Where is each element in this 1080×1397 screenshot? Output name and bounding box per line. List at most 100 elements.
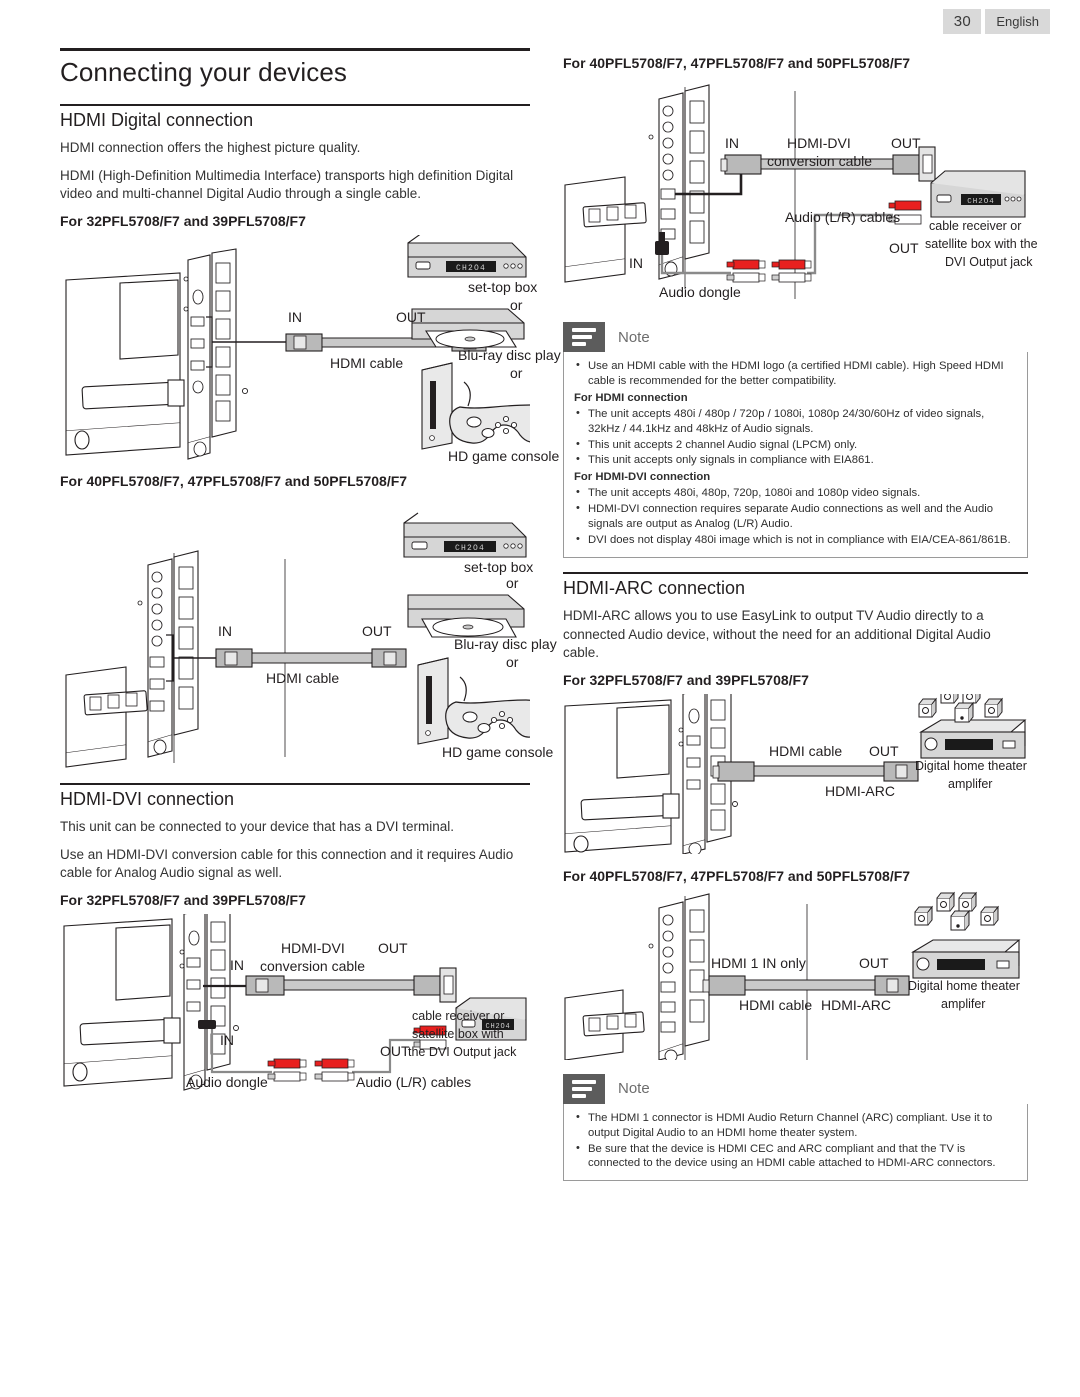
section-rule-hdmi bbox=[60, 104, 530, 106]
note-item: This unit accepts only signals in compli… bbox=[574, 452, 1017, 468]
svg-text:CH2O4: CH2O4 bbox=[455, 544, 485, 553]
model-heading-40-47-50-dvi: For 40PFL5708/F7, 47PFL5708/F7 and 50PFL… bbox=[563, 55, 911, 71]
diagram-arc-32-39-svg bbox=[564, 693, 1027, 854]
model-heading-40-47-50-hdmi: For 40PFL5708/F7, 47PFL5708/F7 and 50PFL… bbox=[60, 472, 408, 489]
label-out-dvi-32: OUT bbox=[378, 939, 408, 956]
diagram-dvi-40-47-50: CH2O4 IN HDMI-DVI conversion cable OUT A… bbox=[563, 77, 1038, 312]
hdmi-arc-p1: HDMI-ARC allows you to use EasyLink to o… bbox=[563, 607, 991, 661]
label-bluray-32: Blu-ray disc play bbox=[458, 346, 561, 363]
label-receiver-l3-40: DVI Output jack bbox=[945, 255, 1033, 269]
label-hdmi-dvi-l2-32: conversion cable bbox=[260, 957, 366, 974]
label-out-arc-32: OUT bbox=[869, 742, 899, 759]
label-hdmi-dvi-l2-40: conversion cable bbox=[767, 153, 873, 169]
diagram-arc-40-47-50-svg bbox=[564, 891, 1021, 1060]
label-out-arc-40: OUT bbox=[859, 954, 889, 971]
note-header-1: Note bbox=[563, 322, 1028, 352]
label-out-dvi-40: OUT bbox=[891, 135, 921, 151]
diagram-hdmi-40-47-50: CH2O4 IN OUT HDMI cable set-top box or B… bbox=[60, 495, 557, 773]
note-item: The unit accepts 480i, 480p, 720p, 1080i… bbox=[574, 485, 1017, 501]
page-header: 30 English bbox=[943, 9, 1050, 34]
label-out-hdmi-32: OUT bbox=[396, 308, 426, 325]
label-audio-lr-40: Audio (L/R) cables bbox=[785, 209, 901, 225]
page-number-badge: 30 bbox=[943, 9, 982, 34]
amplifier-graphic-2 bbox=[911, 939, 1021, 979]
title-rule bbox=[60, 48, 530, 51]
model-heading-32-39-dvi: For 32PFL5708/F7 and 39PFL5708/F7 bbox=[60, 891, 306, 908]
svg-text:CH2O4: CH2O4 bbox=[967, 198, 995, 206]
hdmi-arc-cable-graphic bbox=[712, 761, 919, 782]
label-out-hdmi-40: OUT bbox=[362, 622, 392, 639]
label-in-dvi-32: IN bbox=[230, 956, 244, 973]
label-hdmi-arc-40: HDMI-ARC bbox=[821, 996, 891, 1013]
note-subhead: For HDMI connection bbox=[574, 391, 688, 404]
note-body-1: Use an HDMI cable with the HDMI logo (a … bbox=[563, 352, 1028, 558]
note-subhead: For HDMI-DVI connection bbox=[574, 471, 711, 484]
amplifier-graphic bbox=[919, 719, 1027, 759]
label-set-top-box-32: set-top box bbox=[468, 278, 538, 295]
label-hdmi-cable-arc-32: HDMI cable bbox=[769, 742, 843, 759]
left-column: Connecting your devices HDMI Digital con… bbox=[60, 48, 561, 1109]
label-set-top-box-40: set-top box bbox=[464, 558, 534, 575]
note-item: The unit accepts 480i / 480p / 720p / 10… bbox=[574, 406, 1017, 437]
label-amplifier-l2-40: amplifer bbox=[941, 996, 986, 1011]
game-console-graphic-2 bbox=[417, 657, 530, 745]
note-box-hdmi: Note Use an HDMI cable with the HDMI log… bbox=[563, 322, 1028, 558]
note-list-1: Use an HDMI cable with the HDMI logo (a … bbox=[574, 358, 1017, 548]
label-game-console-40: HD game console bbox=[442, 743, 554, 760]
note-item: HDMI-DVI connection requires separate Au… bbox=[574, 501, 1017, 532]
label-in-hdmi-40: IN bbox=[218, 622, 232, 639]
diagram-dvi-32-39: CH2O4 IN HDMI-DVI conversion cable OUT I… bbox=[60, 913, 530, 1109]
label-in2-dvi-40: IN bbox=[629, 255, 643, 271]
label-audio-dongle-32: Audio dongle bbox=[186, 1073, 268, 1090]
diagram-arc-40-47-50: HDMI 1 IN only OUT HDMI cable HDMI-ARC D… bbox=[563, 890, 1028, 1060]
note-item: DVI does not display 480i image which is… bbox=[574, 532, 1017, 548]
label-or-1-32: or bbox=[510, 296, 523, 313]
label-bluray-40: Blu-ray disc play bbox=[454, 635, 557, 652]
diagram-hdmi-32-39: CH2O4 IN OUT HDMI cable set-top box or B… bbox=[60, 234, 561, 467]
hdmi-dvi-p1: This unit can be connected to your devic… bbox=[60, 818, 454, 834]
label-hdmi-cable-arc-40: HDMI cable bbox=[739, 996, 813, 1013]
language-badge: English bbox=[985, 9, 1050, 34]
label-in-dvi-40: IN bbox=[725, 135, 739, 151]
label-out2-dvi-32: OUT bbox=[380, 1042, 410, 1059]
note-icon bbox=[563, 322, 605, 352]
model-heading-32-39-arc: For 32PFL5708/F7 and 39PFL5708/F7 bbox=[563, 671, 809, 688]
audio-dongle-plug bbox=[198, 1019, 216, 1029]
hdmi-digital-p2: HDMI (High-Definition Multimedia Interfa… bbox=[60, 167, 514, 202]
label-or-1-40: or bbox=[506, 574, 519, 591]
note-item: The HDMI 1 connector is HDMI Audio Retur… bbox=[574, 1110, 1017, 1141]
model-heading-32-39-hdmi: For 32PFL5708/F7 and 39PFL5708/F7 bbox=[60, 212, 306, 229]
section-rule-dvi bbox=[60, 782, 530, 785]
cable-receiver-graphic-2: CH2O4 bbox=[930, 170, 1026, 218]
hdmi-dvi-p2: Use an HDMI-DVI conversion cable for thi… bbox=[60, 846, 514, 881]
label-out2-dvi-40: OUT bbox=[889, 240, 919, 256]
diagram-hdmi-40-47-50-svg: CH2O4 bbox=[65, 512, 530, 768]
note-header-2: Note bbox=[563, 1073, 1028, 1104]
label-audio-dongle-40: Audio dongle bbox=[659, 284, 741, 300]
label-hdmi-arc-32: HDMI-ARC bbox=[825, 782, 895, 799]
note-item: Be sure that the device is HDMI CEC and … bbox=[574, 1141, 1017, 1172]
label-amplifier-l1-32: Digital home theater bbox=[915, 758, 1027, 773]
label-in-hdmi-32: IN bbox=[288, 308, 302, 325]
label-hdmi-cable-40: HDMI cable bbox=[266, 669, 340, 686]
svg-text:CH2O4: CH2O4 bbox=[456, 264, 486, 273]
label-game-console-32: HD game console bbox=[448, 447, 560, 464]
label-amplifier-l1-40: Digital home theater bbox=[908, 978, 1020, 993]
right-column: For 40PFL5708/F7, 47PFL5708/F7 and 50PFL… bbox=[563, 55, 1038, 1195]
label-in2-dvi-32: IN bbox=[220, 1031, 234, 1048]
section-title-hdmi-digital: HDMI Digital connection bbox=[60, 110, 254, 130]
label-receiver-l3-32: the DVI Output jack bbox=[408, 1044, 517, 1059]
note-list-2: The HDMI 1 connector is HDMI Audio Retur… bbox=[574, 1110, 1017, 1172]
speaker-set-graphic bbox=[918, 693, 1004, 723]
hdmi-cable-graphic-2 bbox=[215, 648, 407, 668]
label-hdmi-dvi-l1-32: HDMI-DVI bbox=[281, 939, 345, 956]
section-title-hdmi-arc: HDMI-ARC connection bbox=[563, 577, 746, 598]
note-item: Use an HDMI cable with the HDMI logo (a … bbox=[574, 358, 1017, 389]
note-title-2: Note bbox=[605, 1073, 1028, 1104]
label-receiver-l1-32: cable receiver or bbox=[412, 1008, 505, 1023]
label-receiver-l2-32: satellite box with bbox=[412, 1026, 504, 1041]
note-body-2: The HDMI 1 connector is HDMI Audio Retur… bbox=[563, 1103, 1028, 1182]
label-hdmi-cable-32: HDMI cable bbox=[330, 354, 404, 371]
note-icon bbox=[563, 1073, 605, 1104]
bluray-player-graphic-2 bbox=[407, 594, 525, 638]
